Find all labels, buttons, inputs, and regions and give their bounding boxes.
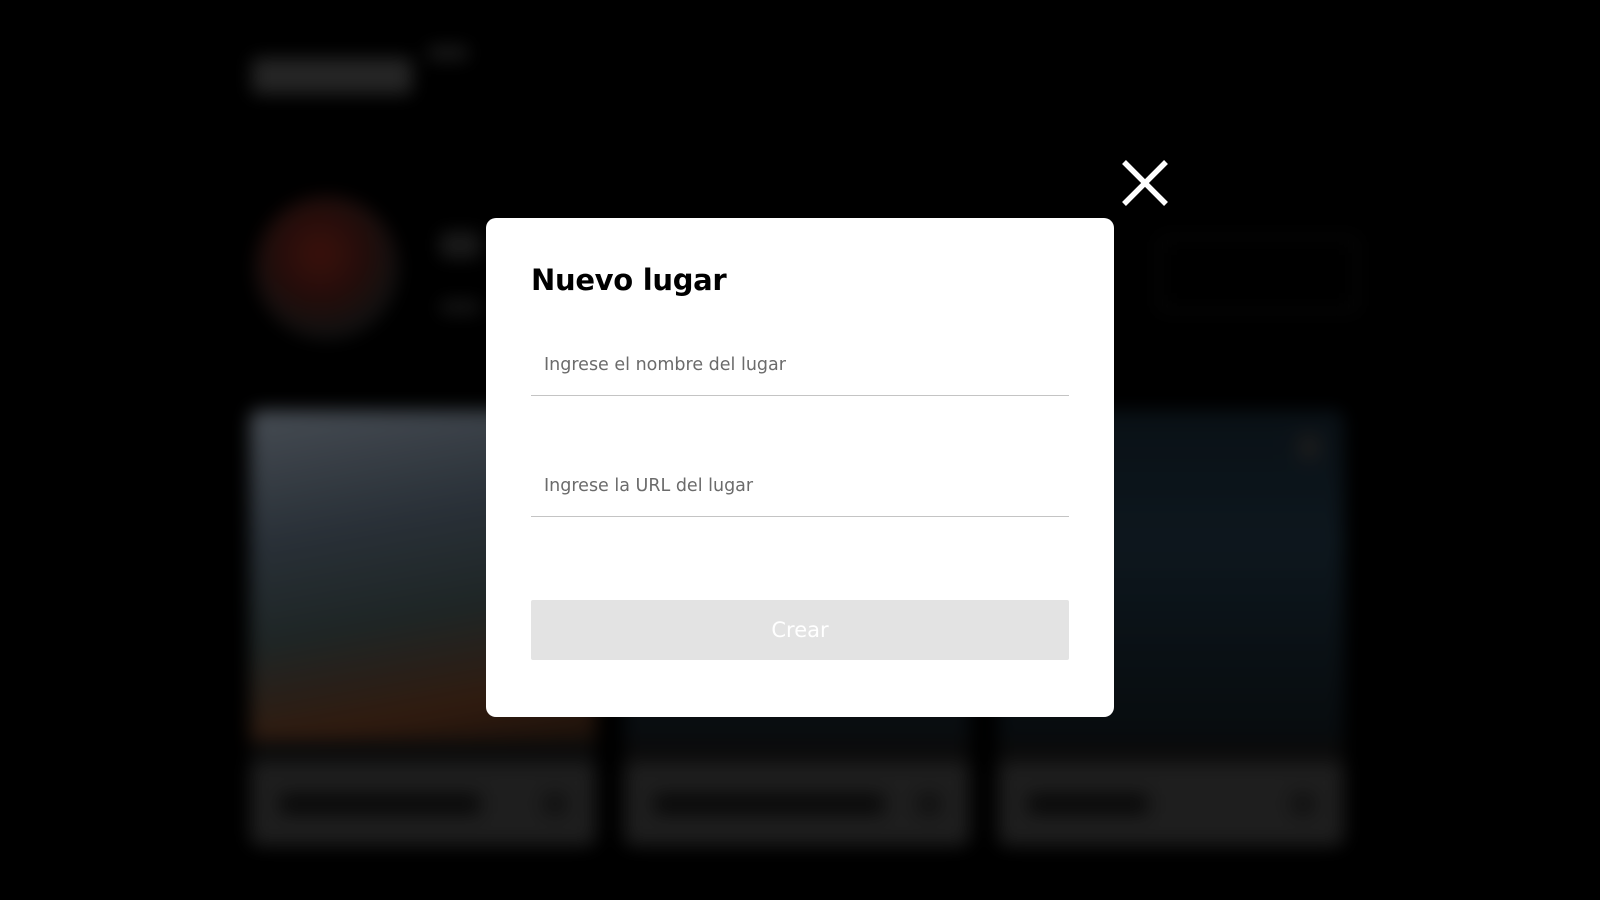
app-root: Nuevo lugar Crear: [0, 0, 1600, 900]
place-url-input[interactable]: [531, 456, 1069, 516]
close-icon[interactable]: [1118, 156, 1172, 210]
place-url-field: [531, 456, 1069, 517]
modal-title: Nuevo lugar: [531, 263, 727, 297]
place-name-field: [531, 335, 1069, 396]
new-place-modal: Nuevo lugar Crear: [486, 218, 1114, 717]
create-button[interactable]: Crear: [531, 600, 1069, 660]
place-name-input[interactable]: [531, 335, 1069, 395]
close-icon-glyph: [1122, 160, 1168, 206]
